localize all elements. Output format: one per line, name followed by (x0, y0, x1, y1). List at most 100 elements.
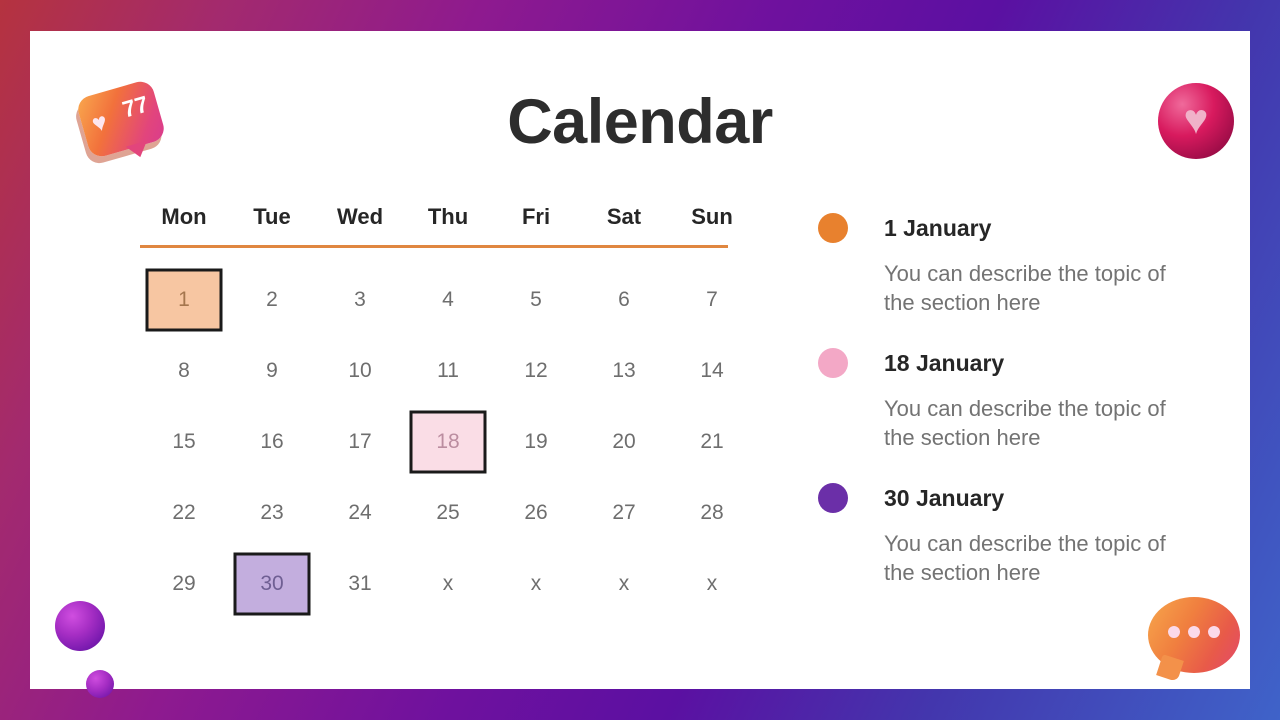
calendar-week-row: 15 16 17 18 19 20 21 (140, 406, 785, 477)
chat-dot (1208, 625, 1220, 638)
calendar-day[interactable]: 8 (140, 335, 228, 406)
calendar-day[interactable]: x (492, 548, 580, 619)
calendar-day[interactable]: 26 (492, 477, 580, 548)
calendar-week-row: 1 2 3 4 5 6 7 (140, 264, 785, 335)
day-number: x (530, 571, 542, 595)
day-number: 30 (260, 571, 284, 595)
calendar-day[interactable]: 24 (316, 477, 404, 548)
day-number: 13 (612, 358, 636, 382)
chat-bubble-tail (1156, 654, 1184, 682)
calendar-week-row: 22 23 24 25 26 27 28 (140, 477, 785, 548)
day-number: 16 (260, 429, 284, 453)
day-number: 5 (530, 287, 542, 311)
calendar-day[interactable]: 28 (668, 477, 756, 548)
calendar-day[interactable]: 12 (492, 335, 580, 406)
calendar-day[interactable]: 7 (668, 264, 756, 335)
legend-color-dot (818, 213, 848, 243)
calendar-day[interactable]: 13 (580, 335, 668, 406)
event-legend: 1 January You can describe the topic of t… (818, 211, 1218, 616)
legend-item-title: 18 January (884, 349, 1005, 376)
calendar-day[interactable]: 29 (140, 548, 228, 619)
day-number: 19 (524, 429, 548, 453)
calendar-day[interactable]: 14 (668, 335, 756, 406)
calendar-day[interactable]: 2 (228, 264, 316, 335)
slide-background: Calendar Mon Tue Wed Thu Fri Sat Sun 123456789… (0, 0, 1280, 720)
weekday-header-fri: Fri (521, 204, 551, 229)
calendar-day[interactable]: 20 (580, 406, 668, 477)
day-number: 27 (612, 500, 636, 524)
weekday-header-mon: Mon (161, 204, 207, 229)
calendar-day[interactable]: 21 (668, 406, 756, 477)
calendar-day[interactable]: 5 (492, 264, 580, 335)
calendar-week-row: 29 30 31 x x x x (140, 548, 785, 619)
day-number: 9 (266, 358, 278, 382)
weekday-header-tue: Tue (253, 204, 291, 229)
calendar-day[interactable]: 19 (492, 406, 580, 477)
day-number: 4 (442, 287, 454, 311)
legend-item-header: 1 January (818, 211, 1218, 245)
calendar-day[interactable]: 27 (580, 477, 668, 548)
calendar-divider (140, 245, 728, 248)
purple-sphere-large (55, 601, 105, 651)
legend-color-dot (818, 348, 848, 379)
day-number: 31 (348, 571, 372, 595)
calendar-grid: Mon Tue Wed Thu Fri Sat Sun 1 2 3 4 5 6 7 8 9 10 11 12 13 1… (135, 206, 785, 619)
legend-item-description: You can describe the topic of the sectio… (884, 261, 1166, 316)
day-number: 26 (524, 500, 548, 524)
weekday-header-sun: Sun (691, 204, 733, 229)
chat-bubble-dots (1168, 625, 1220, 638)
calendar-day[interactable]: 6 (580, 264, 668, 335)
weekday-header-wed: Wed (336, 204, 384, 229)
day-number: x (442, 571, 454, 595)
day-number: 24 (348, 500, 372, 524)
calendar-day[interactable]: 17 (316, 406, 404, 477)
day-number: 12 (524, 358, 548, 382)
calendar-week-row: 8 9 10 11 12 13 14 (140, 335, 785, 406)
calendar-day[interactable]: 22 (140, 477, 228, 548)
chat-dot (1168, 625, 1180, 638)
legend-item[interactable]: 18 January You can describe the topic of … (818, 346, 1218, 452)
day-number: 21 (700, 429, 724, 453)
day-number: 1 (178, 287, 190, 311)
legend-item-header: 18 January (818, 346, 1218, 380)
weekday-header-thu: Thu (427, 204, 469, 229)
page-title: Calendar (507, 87, 773, 157)
calendar-day[interactable]: 4 (404, 264, 492, 335)
calendar-day[interactable]: 15 (140, 406, 228, 477)
legend-item[interactable]: 1 January You can describe the topic of t… (818, 211, 1218, 317)
weekday-header-sat: Sat (606, 204, 642, 229)
day-number: 8 (178, 358, 190, 382)
calendar-day[interactable]: 23 (228, 477, 316, 548)
chat-dot (1188, 625, 1200, 638)
calendar-day[interactable]: 11 (404, 335, 492, 406)
day-number: 25 (436, 500, 460, 524)
calendar-day[interactable]: x (580, 548, 668, 619)
calendar-day[interactable]: 25 (404, 477, 492, 548)
legend-item-description: You can describe the topic of the sectio… (884, 531, 1166, 586)
calendar-day-highlighted[interactable]: 1 (140, 264, 228, 335)
calendar-day[interactable]: x (404, 548, 492, 619)
calendar-day[interactable]: 31 (316, 548, 404, 619)
day-number: x (706, 571, 718, 595)
day-number: 29 (172, 571, 196, 595)
calendar-day[interactable]: 3 (316, 264, 404, 335)
legend-item-title: 1 January (884, 214, 992, 241)
day-number: 17 (348, 429, 372, 453)
legend-item[interactable]: 30 January You can describe the topic of … (818, 481, 1218, 587)
calendar-day-highlighted[interactable]: 30 (228, 548, 316, 619)
day-number: 2 (266, 287, 278, 311)
day-number: 11 (437, 358, 459, 382)
slide-card: Calendar Mon Tue Wed Thu Fri Sat Sun 123456789… (30, 31, 1250, 698)
day-number: 7 (706, 287, 718, 311)
day-number: 14 (700, 358, 724, 382)
calendar-day[interactable]: 10 (316, 335, 404, 406)
calendar-day[interactable]: x (668, 548, 756, 619)
day-number: 10 (348, 358, 372, 382)
calendar-day-highlighted[interactable]: 18 (404, 406, 492, 477)
calendar-weeks: 1 2 3 4 5 6 7 8 9 10 11 12 13 14 15 16 17 18 19 20 21 22 23 24 2… (140, 264, 785, 619)
legend-item-header: 30 January (818, 481, 1218, 515)
legend-color-dot (818, 483, 848, 514)
day-number: 28 (700, 500, 724, 524)
calendar-day[interactable]: 16 (228, 406, 316, 477)
calendar-day[interactable]: 9 (228, 335, 316, 406)
